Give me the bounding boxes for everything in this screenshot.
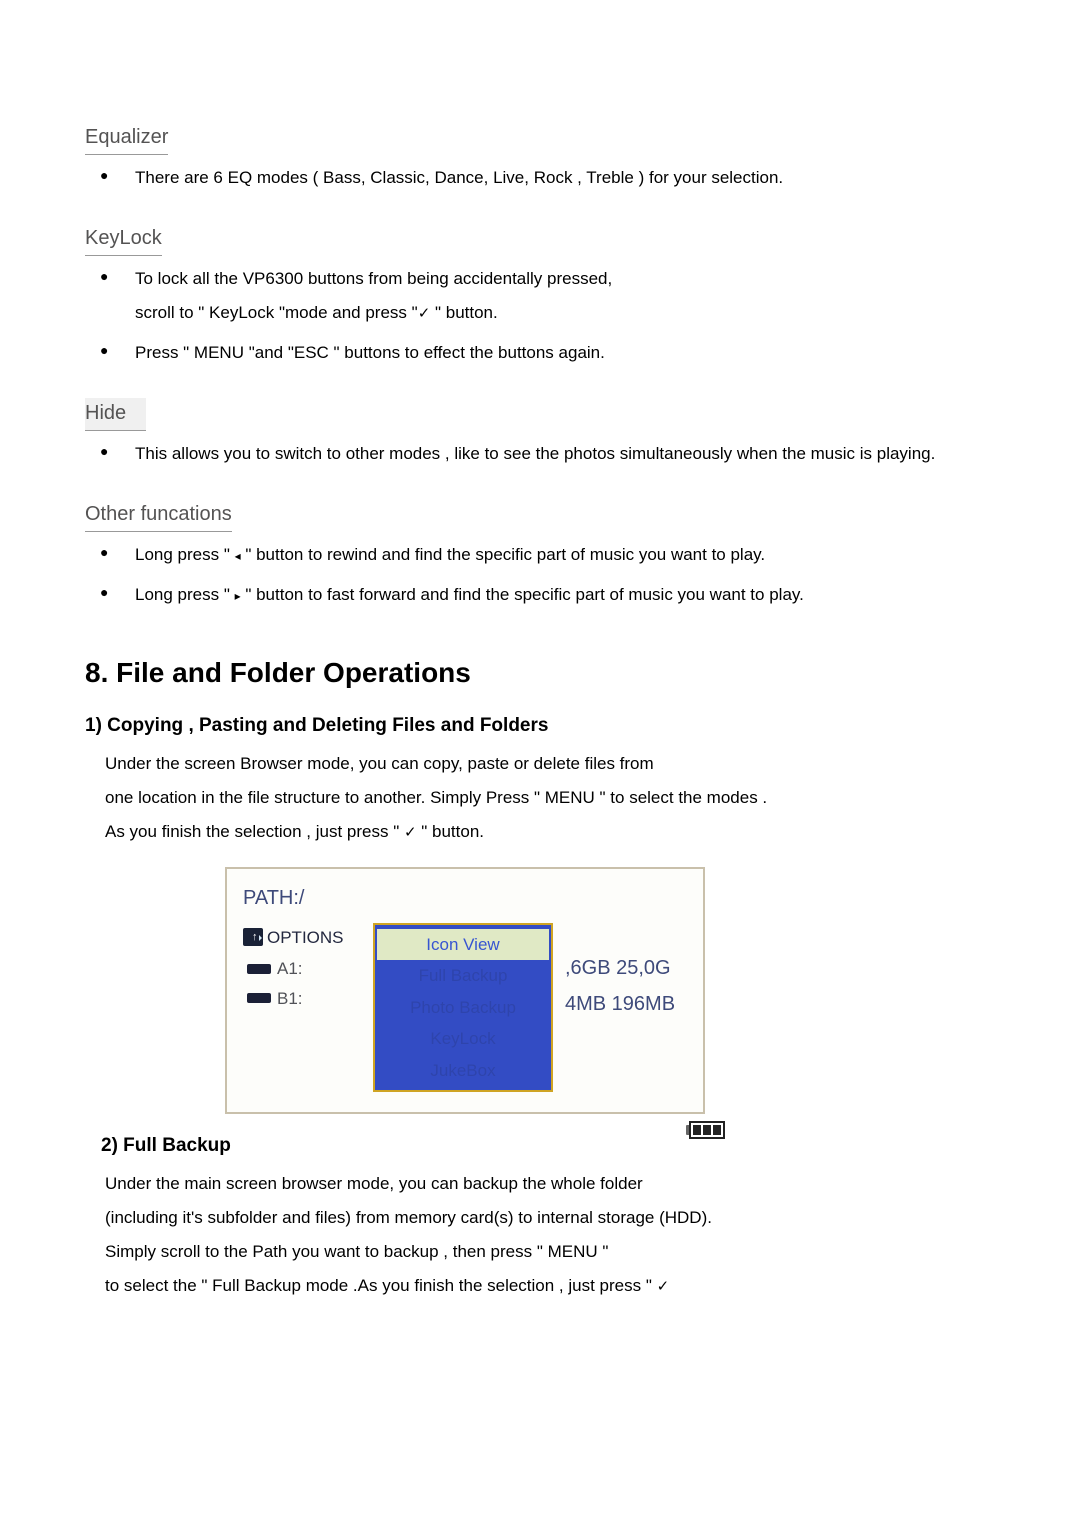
menu-item-jukebox[interactable]: JukeBox <box>375 1055 551 1087</box>
hide-item: This allows you to switch to other modes… <box>95 437 995 471</box>
other-item-2: Long press " " button to fast forward an… <box>95 578 995 612</box>
device-size-col: ,6GB 25,0G 4MB 196MB <box>553 923 675 1093</box>
menu-item-photo-backup[interactable]: Photo Backup <box>375 992 551 1024</box>
full-backup-para: Under the main screen browser mode, you … <box>105 1167 995 1303</box>
keylock-heading: KeyLock <box>85 223 162 256</box>
copying-pasting-heading: 1) Copying , Pasting and Deleting Files … <box>85 712 995 741</box>
device-options-row[interactable]: OPTIONS <box>243 925 373 951</box>
device-screenshot: PATH:/ OPTIONS A1: B1: Icon View Full Ba… <box>225 867 705 1115</box>
battery-indicator <box>686 1117 725 1143</box>
drive-icon <box>247 964 271 974</box>
check-icon <box>418 303 431 322</box>
device-path-label: PATH:/ <box>227 877 703 923</box>
options-icon <box>243 928 263 946</box>
check-icon <box>404 822 417 841</box>
drive-icon <box>247 993 271 1003</box>
copying-pasting-para: Under the screen Browser mode, you can c… <box>105 747 995 849</box>
keylock-item-1: To lock all the VP6300 buttons from bein… <box>95 262 995 330</box>
other-functions-heading: Other funcations <box>85 499 232 532</box>
other-item-1: Long press " " button to rewind and find… <box>95 538 995 572</box>
menu-item-full-backup[interactable]: Full Backup <box>375 960 551 992</box>
hide-heading: Hide <box>85 398 146 431</box>
equalizer-heading: Equalizer <box>85 122 168 155</box>
menu-item-icon-view[interactable]: Icon View <box>377 929 549 961</box>
equalizer-item: There are 6 EQ modes ( Bass, Classic, Da… <box>95 161 995 195</box>
device-drive-b[interactable]: B1: <box>247 986 373 1012</box>
device-menu[interactable]: Icon View Full Backup Photo Backup KeyLo… <box>373 923 553 1093</box>
keylock-item-2: Press " MENU "and "ESC " buttons to effe… <box>95 336 995 370</box>
check-icon <box>657 1276 670 1295</box>
section-8-heading: 8. File and Folder Operations <box>85 652 995 694</box>
device-drive-a[interactable]: A1: <box>247 956 373 982</box>
full-backup-heading: 2) Full Backup <box>101 1132 231 1161</box>
menu-item-keylock[interactable]: KeyLock <box>375 1023 551 1055</box>
